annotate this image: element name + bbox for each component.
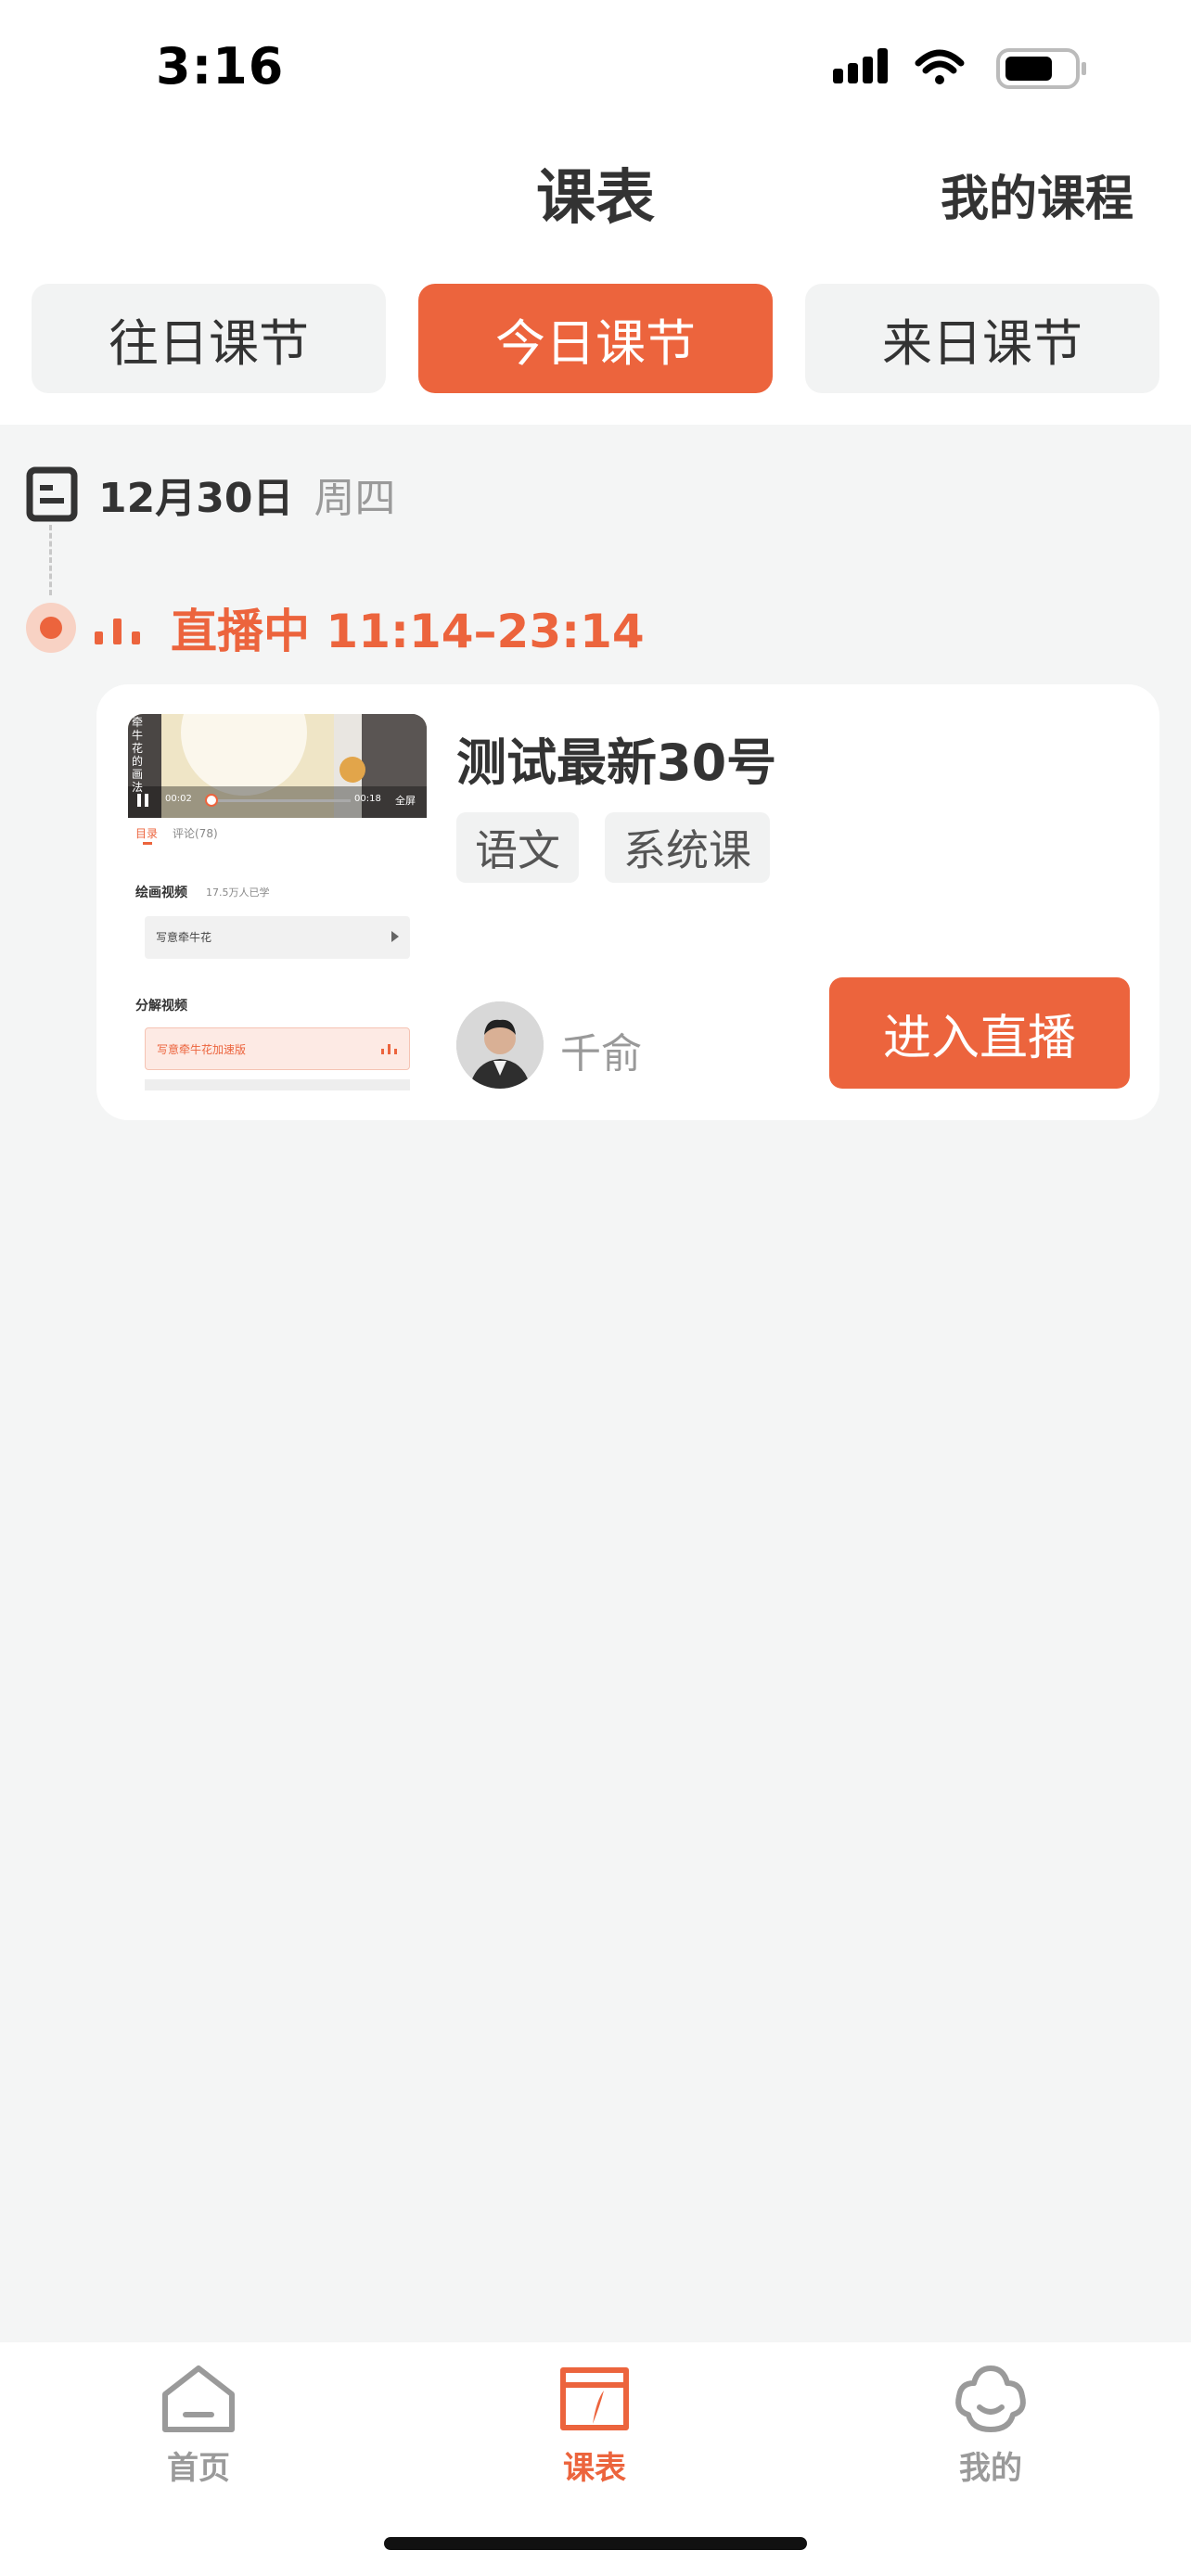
tab-today-lessons[interactable]: 今日课节 — [418, 284, 773, 393]
tabbar-label-profile: 我的 — [959, 2450, 1022, 2487]
course-card[interactable]: 牵牛花的画法 00:02 00:18 全屏 目录 评论(78) 绘画视频 17.… — [96, 684, 1159, 1120]
timeline-dot — [26, 603, 76, 653]
thumb-section1-row: 写意牵牛花 — [145, 916, 410, 959]
video-caption: 牵牛花的画法 — [132, 716, 144, 794]
thumb-section2-row: 写意牵牛花加速版 — [145, 1027, 410, 1070]
thumb-tab-catalog: 目录 — [135, 827, 159, 840]
course-thumbnail: 牵牛花的画法 00:02 00:18 全屏 目录 评论(78) 绘画视频 17.… — [128, 714, 427, 1090]
wifi-icon — [915, 49, 965, 84]
live-bars-icon — [95, 618, 140, 644]
my-courses-link[interactable]: 我的课程 — [941, 159, 1133, 229]
live-bars-small-icon — [381, 1044, 397, 1054]
day-tabs: 往日课节 今日课节 来日课节 — [32, 284, 1159, 393]
calendar-icon — [26, 466, 78, 522]
course-tag-subject: 语文 — [456, 812, 579, 883]
schedule-icon — [560, 2367, 629, 2430]
video-fullscreen: 全屏 — [395, 795, 416, 807]
video-time-current: 00:02 — [165, 794, 192, 804]
cellular-signal-icon — [833, 48, 888, 83]
home-icon — [162, 2366, 235, 2432]
thumb-section1-item: 写意牵牛花 — [156, 931, 212, 944]
course-tag-type: 系统课 — [605, 812, 770, 883]
tabbar-item-home[interactable]: 首页 — [106, 2363, 291, 2488]
thumb-tab-indicator — [143, 842, 152, 845]
profile-icon — [955, 2366, 1026, 2432]
tab-upcoming-lessons[interactable]: 来日课节 — [805, 284, 1159, 393]
home-indicator — [384, 2537, 807, 2550]
tabbar-label-home: 首页 — [167, 2450, 230, 2487]
thumbnail-video: 牵牛花的画法 00:02 00:18 全屏 — [128, 714, 427, 818]
schedule-weekday: 周四 — [314, 475, 396, 522]
thumb-bottom-strip — [145, 1079, 410, 1090]
thumb-section2-title: 分解视频 — [135, 999, 187, 1014]
teacher-photo — [456, 1001, 544, 1089]
schedule-date: 12月30日 — [98, 475, 294, 522]
teacher-avatar — [456, 1001, 544, 1089]
tabbar-label-schedule: 课表 — [563, 2450, 626, 2487]
live-status-row: 直播中 11:14–23:14 — [93, 598, 645, 658]
status-time: 3:16 — [156, 37, 285, 96]
course-tags: 语文 系统课 — [456, 812, 796, 883]
tab-past-lessons[interactable]: 往日课节 — [32, 284, 386, 393]
video-time-total: 00:18 — [354, 794, 381, 804]
thumb-section1-count: 17.5万人已学 — [206, 886, 270, 899]
tabbar-item-profile[interactable]: 我的 — [898, 2363, 1083, 2488]
tabbar-item-schedule[interactable]: 课表 — [502, 2363, 687, 2488]
timeline-connector — [49, 525, 52, 595]
thumb-tab-comments: 评论(78) — [173, 827, 218, 840]
date-header: 12月30日 周四 — [26, 464, 395, 525]
play-triangle-icon — [391, 931, 399, 942]
status-icons — [833, 48, 1086, 89]
battery-icon — [996, 48, 1086, 89]
thumb-section1-title: 绘画视频 — [135, 886, 187, 900]
course-title: 测试最新30号 — [456, 733, 777, 792]
teacher-name: 千俞 — [560, 1030, 642, 1078]
live-status-text: 直播中 11:14–23:14 — [171, 605, 645, 658]
enter-live-button[interactable]: 进入直播 — [829, 977, 1130, 1089]
top-bar: 3:16 课表 我的课程 往日课节 今日课节 来日课节 — [0, 0, 1191, 425]
thumb-section2-item: 写意牵牛花加速版 — [157, 1043, 247, 1056]
